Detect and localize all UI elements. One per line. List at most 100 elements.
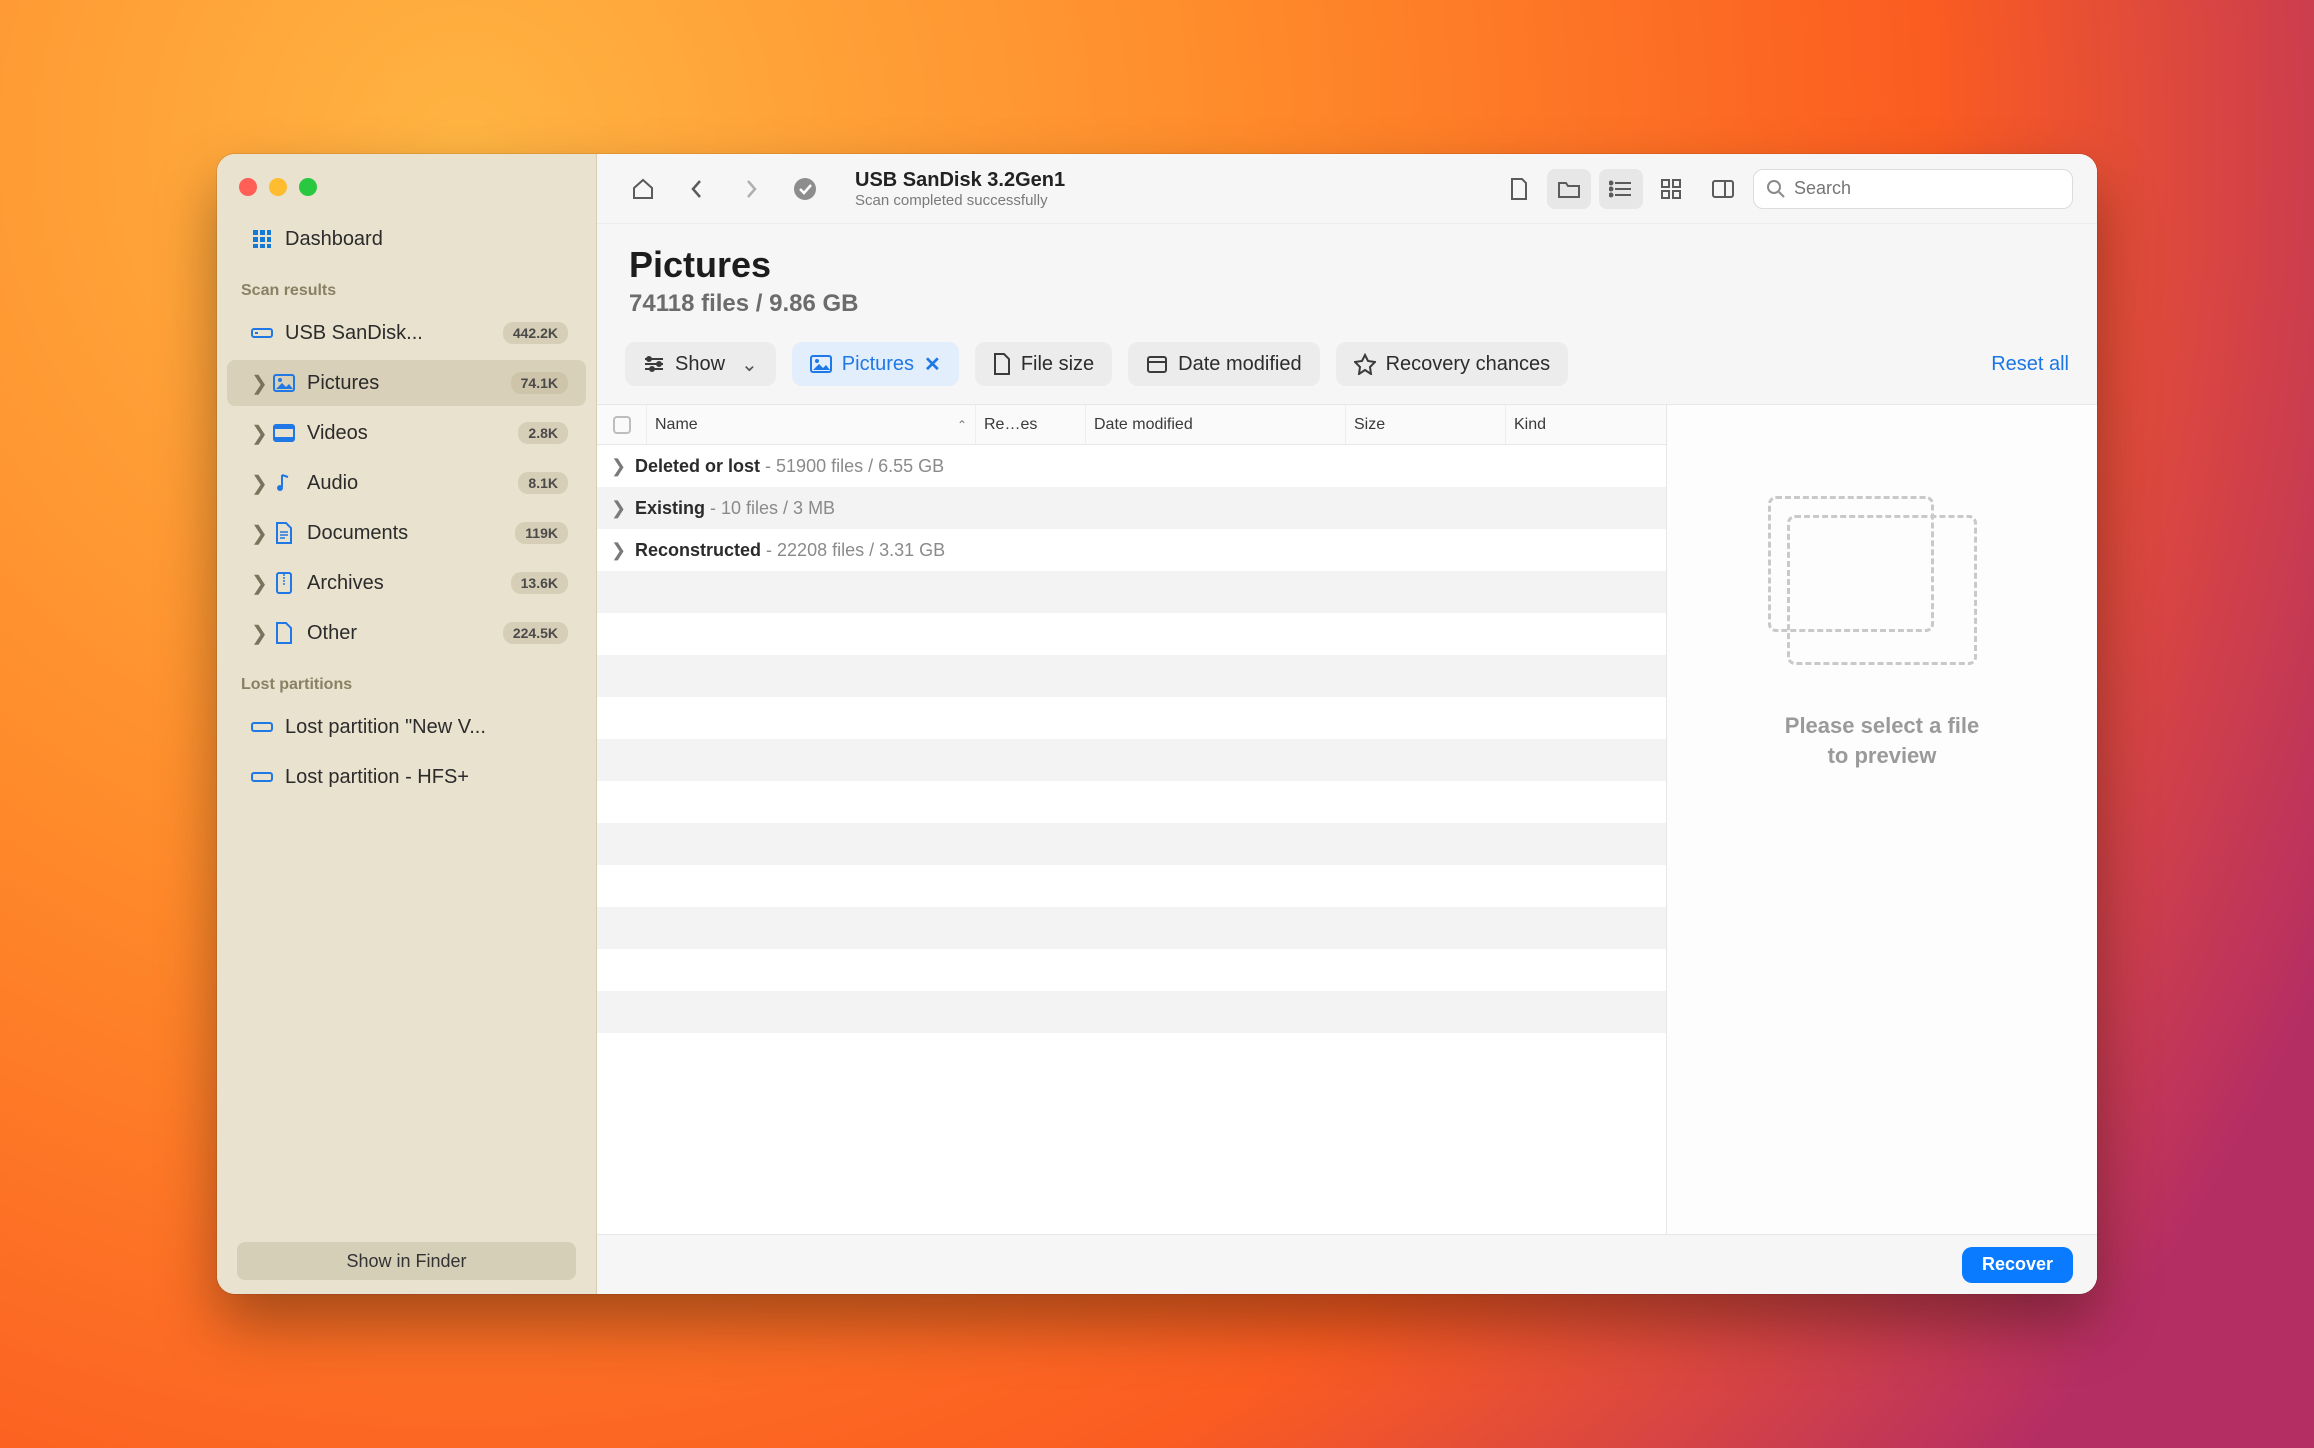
grid-layout-button[interactable] (1649, 169, 1693, 209)
group-label: Existing (635, 498, 705, 519)
sidebar-item-label: Audio (307, 472, 358, 495)
star-icon (1354, 353, 1376, 375)
filter-date-modified-button[interactable]: Date modified (1128, 342, 1319, 386)
sidebar-item-label: Dashboard (285, 228, 383, 251)
sidebar-item-label: Videos (307, 422, 368, 445)
sidebar-item-audio[interactable]: ❯ Audio 8.1K (227, 460, 586, 506)
column-date-modified[interactable]: Date modified (1086, 405, 1346, 444)
filter-show-button[interactable]: Show ⌄ (625, 342, 776, 386)
sidebar-item-lost-partition-1[interactable]: Lost partition "New V... (227, 704, 586, 750)
empty-row (597, 739, 1666, 781)
preview-toggle-button[interactable] (1701, 169, 1745, 209)
folder-view-button[interactable] (1547, 169, 1591, 209)
search-input[interactable] (1753, 169, 2073, 209)
sliders-icon (643, 355, 665, 373)
page-subtitle: 74118 files / 9.86 GB (629, 290, 2065, 318)
column-resolution[interactable]: Re…es (976, 405, 1086, 444)
group-label: Deleted or lost (635, 456, 760, 477)
chevron-down-icon: ⌄ (741, 352, 758, 377)
show-in-finder-button[interactable]: Show in Finder (237, 1242, 576, 1280)
sidebar-item-lost-partition-2[interactable]: Lost partition - HFS+ (227, 754, 586, 800)
sidebar-item-other[interactable]: ❯ Other 224.5K (227, 610, 586, 656)
sidebar: Dashboard Scan results USB SanDisk... 44… (217, 154, 597, 1294)
toolbar: USB SanDisk 3.2Gen1 Scan completed succe… (597, 154, 2097, 224)
empty-row (597, 655, 1666, 697)
app-window: Dashboard Scan results USB SanDisk... 44… (217, 154, 2097, 1294)
dashboard-icon (251, 228, 273, 250)
archive-icon (273, 572, 295, 594)
reset-filters-button[interactable]: Reset all (1991, 353, 2069, 376)
sidebar-item-label: USB SanDisk... (285, 322, 423, 345)
sidebar-item-archives[interactable]: ❯ Archives 13.6K (227, 560, 586, 606)
count-badge: 442.2K (503, 322, 568, 344)
filter-recovery-chances-button[interactable]: Recovery chances (1336, 342, 1569, 386)
window-controls (217, 168, 596, 214)
group-row-existing[interactable]: ❯ Existing - 10 files / 3 MB (597, 487, 1666, 529)
filter-pictures-chip[interactable]: Pictures ✕ (792, 342, 959, 386)
recover-button[interactable]: Recover (1962, 1247, 2073, 1283)
fullscreen-window-button[interactable] (299, 178, 317, 196)
empty-row (597, 907, 1666, 949)
count-badge: 74.1K (511, 372, 568, 394)
sidebar-item-label: Other (307, 622, 357, 645)
sidebar-section-lost-partitions: Lost partitions (217, 658, 596, 702)
back-button[interactable] (675, 169, 719, 209)
group-row-reconstructed[interactable]: ❯ Reconstructed - 22208 files / 3.31 GB (597, 529, 1666, 571)
list-layout-button[interactable] (1599, 169, 1643, 209)
chevron-right-icon: ❯ (251, 621, 261, 646)
content-area: Name⌃ Re…es Date modified Size Kind ❯ De… (597, 405, 2097, 1234)
sidebar-item-drive[interactable]: USB SanDisk... 442.2K (227, 310, 586, 356)
chevron-right-icon: ❯ (611, 498, 627, 519)
remove-filter-icon[interactable]: ✕ (924, 352, 941, 377)
count-badge: 224.5K (503, 622, 568, 644)
close-window-button[interactable] (239, 178, 257, 196)
sidebar-item-dashboard[interactable]: Dashboard (227, 216, 586, 262)
empty-row (597, 865, 1666, 907)
search-field[interactable] (1794, 178, 2060, 199)
sidebar-item-label: Archives (307, 572, 384, 595)
results-list: Name⌃ Re…es Date modified Size Kind ❯ De… (597, 405, 1667, 1234)
sidebar-section-scan-results: Scan results (217, 264, 596, 308)
column-headers: Name⌃ Re…es Date modified Size Kind (597, 405, 1666, 445)
rows-container: ❯ Deleted or lost - 51900 files / 6.55 G… (597, 445, 1666, 1234)
scan-status: Scan completed successfully (855, 192, 1065, 209)
image-icon (810, 355, 832, 373)
sidebar-item-videos[interactable]: ❯ Videos 2.8K (227, 410, 586, 456)
filter-label: File size (1021, 353, 1094, 376)
file-view-button[interactable] (1497, 169, 1541, 209)
filter-label: Recovery chances (1386, 353, 1551, 376)
group-row-deleted[interactable]: ❯ Deleted or lost - 51900 files / 6.55 G… (597, 445, 1666, 487)
search-icon (1766, 179, 1786, 199)
filter-file-size-button[interactable]: File size (975, 342, 1112, 386)
sidebar-item-label: Lost partition "New V... (285, 716, 486, 739)
layout-group (1599, 169, 1693, 209)
count-badge: 119K (515, 522, 568, 544)
column-kind[interactable]: Kind (1506, 405, 1666, 444)
chevron-right-icon: ❯ (251, 571, 261, 596)
column-size[interactable]: Size (1346, 405, 1506, 444)
group-label: Reconstructed (635, 540, 761, 561)
count-badge: 2.8K (518, 422, 568, 444)
document-icon (273, 522, 295, 544)
count-badge: 13.6K (511, 572, 568, 594)
home-button[interactable] (621, 169, 665, 209)
filter-bar: Show ⌄ Pictures ✕ File size Dat (597, 328, 2097, 405)
music-icon (273, 472, 295, 494)
column-name[interactable]: Name⌃ (647, 405, 976, 444)
empty-row (597, 697, 1666, 739)
minimize-window-button[interactable] (269, 178, 287, 196)
sidebar-footer: Show in Finder (217, 1242, 596, 1280)
select-all-checkbox[interactable] (597, 405, 647, 444)
count-badge: 8.1K (518, 472, 568, 494)
preview-placeholder-text: Please select a fileto preview (1785, 711, 1979, 770)
forward-button[interactable] (729, 169, 773, 209)
sidebar-item-pictures[interactable]: ❯ Pictures 74.1K (227, 360, 586, 406)
empty-row (597, 949, 1666, 991)
chevron-right-icon: ❯ (611, 540, 627, 561)
empty-row (597, 781, 1666, 823)
partition-icon (251, 766, 273, 788)
empty-row (597, 823, 1666, 865)
sidebar-item-documents[interactable]: ❯ Documents 119K (227, 510, 586, 556)
image-icon (273, 372, 295, 394)
drive-title: USB SanDisk 3.2Gen1 (855, 169, 1065, 192)
